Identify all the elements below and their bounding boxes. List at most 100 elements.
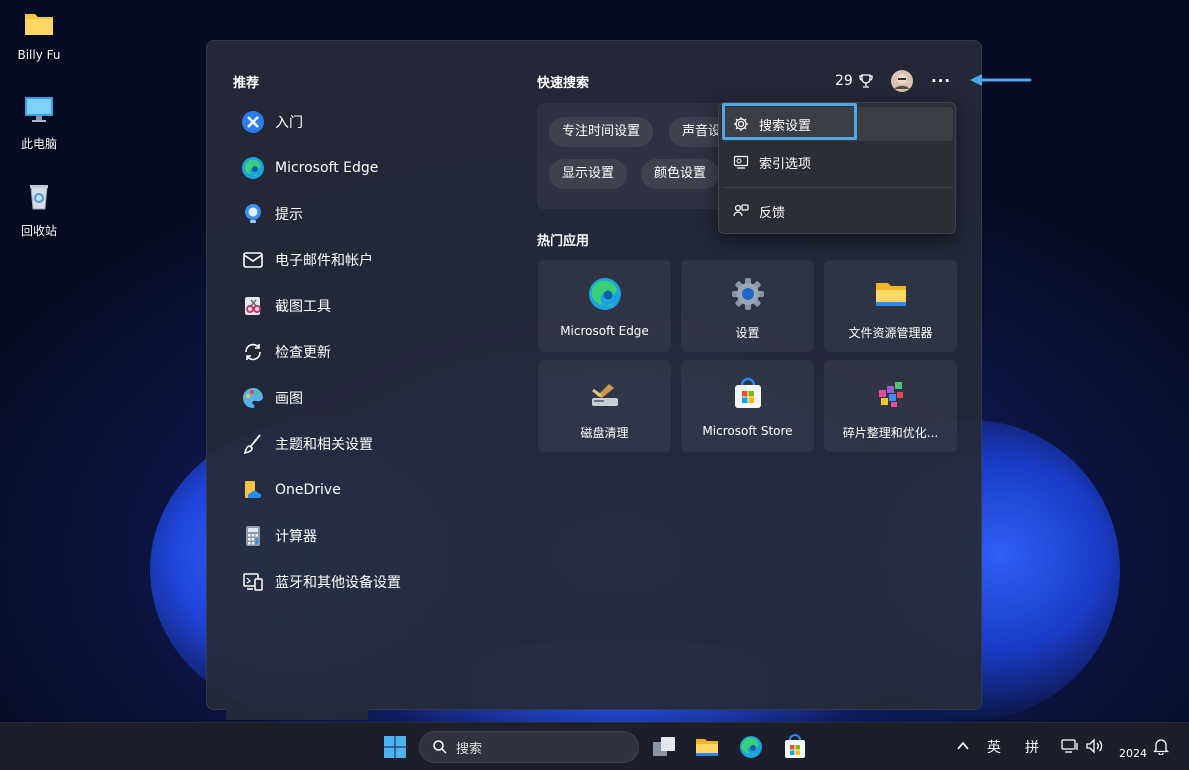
menu-item-feedback[interactable]: 反馈 — [723, 194, 953, 228]
recommended-item-label: 蓝牙和其他设备设置 — [275, 575, 401, 591]
desktop-icon-label: 此电脑 — [20, 137, 57, 151]
account-avatar[interactable] — [891, 69, 913, 93]
search-panel-tail — [226, 708, 368, 720]
taskbar-edge-icon[interactable] — [738, 734, 764, 760]
snipping-tool-icon — [241, 294, 265, 318]
volume-icon[interactable] — [1085, 738, 1105, 754]
menu-item-label: 索引选项 — [759, 156, 812, 172]
mail-icon — [241, 248, 265, 272]
app-tile-disk-cleanup[interactable]: 磁盘清理 — [538, 360, 671, 452]
recommended-item-themes[interactable]: 主题和相关设置 — [241, 427, 373, 461]
recommended-item-label: Microsoft Edge — [275, 160, 379, 176]
ime-mode-indicator[interactable]: 拼 — [1025, 737, 1039, 757]
recommended-title: 推荐 — [233, 76, 260, 91]
points-value: 29 — [835, 73, 853, 89]
app-tile-file-explorer[interactable]: 文件资源管理器 — [824, 260, 957, 352]
rewards-points[interactable]: 29 — [835, 69, 874, 93]
gear-icon — [734, 117, 748, 131]
recommended-item-label: 画图 — [275, 391, 303, 407]
recommended-item-edge[interactable]: Microsoft Edge — [241, 151, 378, 185]
search-icon — [433, 740, 447, 754]
network-icon[interactable] — [1061, 738, 1079, 754]
more-options-menu: 搜索设置 索引选项 反馈 — [718, 102, 956, 234]
menu-item-label: 搜索设置 — [759, 118, 812, 134]
app-tile-label: 文件资源管理器 — [848, 326, 933, 340]
app-tile-defrag[interactable]: 碎片整理和优化... — [824, 360, 957, 452]
taskbar-search-box[interactable]: 搜索 — [419, 731, 639, 763]
more-options-label: ··· — [931, 72, 952, 90]
calculator-icon — [241, 524, 265, 548]
desktop-icon-label: Billy Fu — [17, 48, 61, 62]
recycle-bin-icon — [30, 185, 48, 210]
ime-language-indicator[interactable]: 英 — [987, 737, 1001, 757]
app-tile-edge[interactable]: Microsoft Edge — [538, 260, 671, 352]
annotation-arrow-icon — [970, 74, 1032, 86]
app-tile-label: Microsoft Store — [702, 424, 793, 438]
trophy-icon — [859, 74, 873, 88]
taskbar-search-placeholder: 搜索 — [456, 741, 483, 757]
app-tile-label: 磁盘清理 — [580, 426, 629, 440]
recommended-item-label: 电子邮件和帐户 — [275, 253, 373, 269]
recommended-item-bluetooth-devices[interactable]: 蓝牙和其他设备设置 — [241, 565, 401, 599]
app-tile-settings[interactable]: 设置 — [681, 260, 814, 352]
app-tile-label: 碎片整理和优化... — [842, 426, 939, 440]
recommended-item-paint[interactable]: 画图 — [241, 381, 303, 415]
defrag-icon — [878, 382, 903, 407]
recommended-item-label: 计算器 — [275, 529, 317, 545]
feedback-icon — [733, 204, 749, 217]
monitor-icon — [25, 97, 53, 122]
edge-icon — [588, 278, 621, 310]
lightbulb-icon — [241, 202, 265, 226]
folder-icon — [25, 14, 53, 35]
desktop-icon-label: 回收站 — [20, 224, 57, 238]
recommended-item-onedrive[interactable]: OneDrive — [241, 473, 341, 507]
quick-search-title: 快速搜索 — [537, 76, 590, 91]
menu-item-search-settings[interactable]: 搜索设置 — [723, 107, 953, 141]
app-tile-microsoft-store[interactable]: Microsoft Store — [681, 360, 814, 452]
folder-icon — [875, 283, 906, 306]
refresh-icon — [241, 340, 265, 364]
recommended-item-calculator[interactable]: 计算器 — [241, 519, 317, 553]
desktop-icon-recycle-bin[interactable]: 回收站 — [6, 182, 72, 239]
recommended-item-snipping-tool[interactable]: 截图工具 — [241, 289, 331, 323]
gear-icon — [731, 278, 764, 310]
avatar-icon — [891, 70, 913, 92]
top-apps-title: 热门应用 — [537, 234, 590, 249]
desktop-icon-this-pc[interactable]: 此电脑 — [6, 95, 72, 152]
get-started-icon — [241, 110, 265, 134]
recommended-item-label: 入门 — [275, 115, 303, 131]
notification-bell-icon[interactable] — [1153, 738, 1169, 755]
onedrive-icon — [241, 478, 265, 502]
recommended-item-get-started[interactable]: 入门 — [241, 105, 303, 139]
taskbar-store-icon[interactable] — [782, 734, 808, 760]
recommended-item-tips[interactable]: 提示 — [241, 197, 303, 231]
chip-display-settings[interactable]: 显示设置 — [549, 159, 628, 189]
start-button-windows-icon[interactable] — [382, 734, 408, 760]
chip-focus-settings[interactable]: 专注时间设置 — [549, 117, 654, 147]
recommended-item-label: 主题和相关设置 — [275, 437, 373, 453]
recommended-item-label: 检查更新 — [275, 345, 331, 361]
taskbar: 搜索 英 拼 2024 — [0, 722, 1189, 770]
app-tile-label: Microsoft Edge — [560, 324, 649, 338]
store-icon — [734, 377, 761, 408]
task-view-icon[interactable] — [651, 734, 677, 760]
desktop-icon-user-folder[interactable]: Billy Fu — [6, 8, 72, 62]
edge-icon — [241, 156, 265, 180]
recommended-item-label: 提示 — [275, 207, 303, 223]
paint-palette-icon — [241, 386, 265, 410]
brush-icon — [241, 432, 265, 456]
indexing-icon — [733, 155, 749, 169]
disk-cleanup-icon — [591, 384, 618, 406]
taskbar-file-explorer-icon[interactable] — [694, 734, 720, 760]
chevron-up-icon[interactable] — [956, 740, 970, 752]
menu-item-label: 反馈 — [759, 205, 786, 221]
more-options-button[interactable]: ··· — [931, 69, 951, 93]
recommended-item-email-accounts[interactable]: 电子邮件和帐户 — [241, 243, 373, 277]
menu-divider — [723, 187, 953, 188]
devices-icon — [241, 570, 265, 594]
menu-item-indexing-options[interactable]: 索引选项 — [723, 145, 953, 179]
recommended-item-label: OneDrive — [275, 482, 341, 498]
chip-color-settings[interactable]: 颜色设置 — [641, 159, 720, 189]
recommended-item-check-updates[interactable]: 检查更新 — [241, 335, 331, 369]
system-clock[interactable]: 2024 — [1119, 747, 1147, 760]
